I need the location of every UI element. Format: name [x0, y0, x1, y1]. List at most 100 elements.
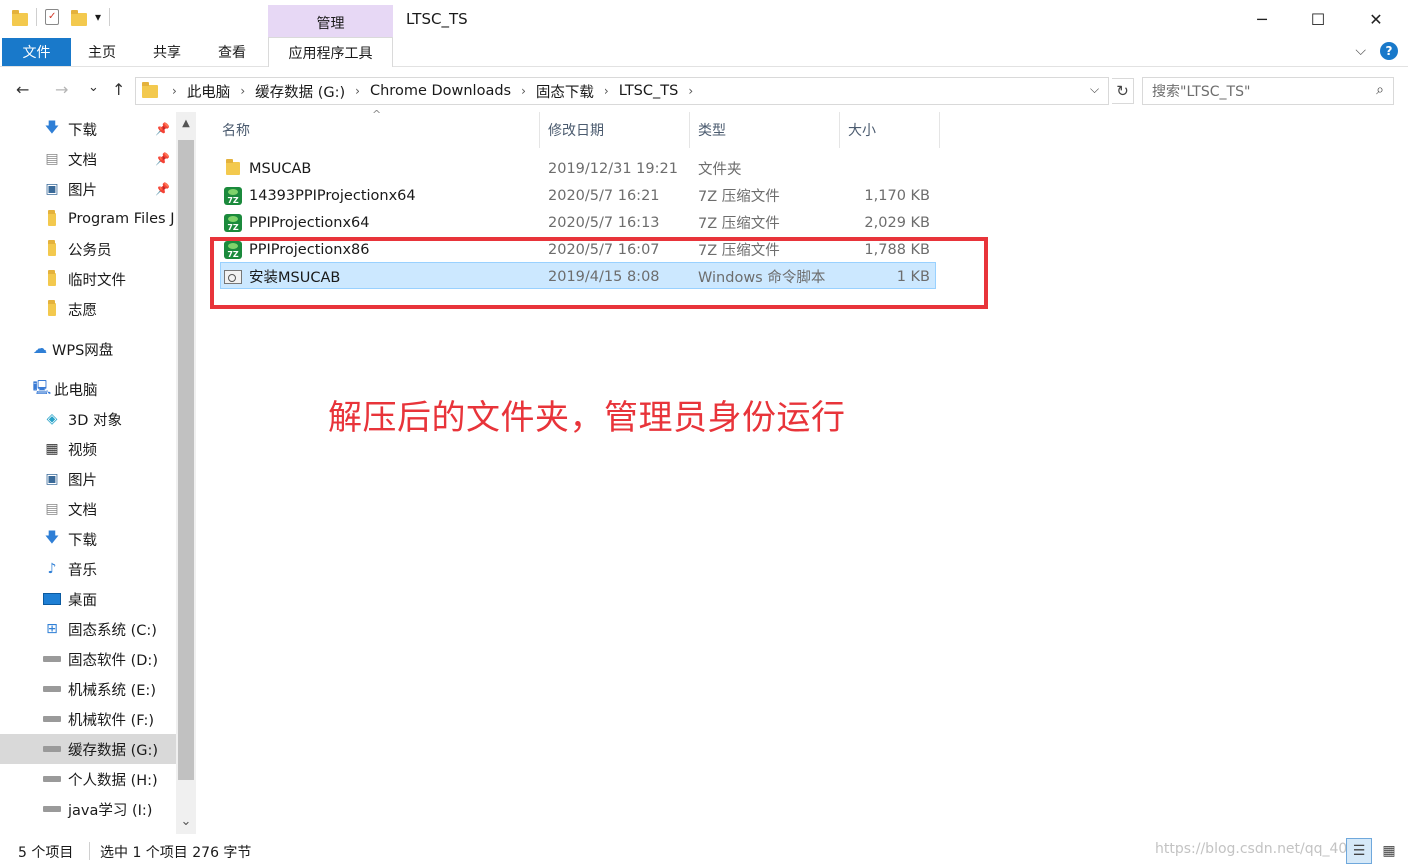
title-bar: ✓ ▾ 管理 LTSC_TS ─ ☐ ✕ — [0, 0, 1408, 38]
drive-icon — [42, 650, 62, 668]
nav-item-drive-c[interactable]: ⊞ 固态系统 (C:) — [0, 614, 176, 644]
drive-icon — [42, 800, 62, 818]
nav-item-drive-f[interactable]: 机械软件 (F:) — [0, 704, 176, 734]
breadcrumb-chrome-downloads[interactable]: Chrome Downloads — [370, 83, 511, 99]
address-bar[interactable]: › 此电脑 › 缓存数据 (G:) › Chrome Downloads › 固… — [135, 77, 1109, 105]
search-icon[interactable]: ⌕ — [1376, 82, 1384, 98]
column-header-size[interactable]: 大小 — [840, 112, 940, 148]
nav-item-temp-files[interactable]: 临时文件 — [0, 264, 176, 294]
new-folder-icon[interactable] — [71, 9, 87, 26]
nav-item-music[interactable]: ♪ 音乐 — [0, 554, 176, 584]
tab-share[interactable]: 共享 — [153, 38, 181, 66]
details-view-button[interactable]: ☰ — [1346, 838, 1372, 864]
file-row[interactable]: MSUCAB 2019/12/31 19:21 文件夹 — [220, 155, 936, 182]
search-box[interactable]: 搜索"LTSC_TS" ⌕ — [1142, 77, 1394, 105]
properties-icon[interactable]: ✓ — [45, 9, 59, 25]
breadcrumb-separator[interactable]: › — [240, 84, 245, 98]
nav-item-documents-pc[interactable]: ▤ 文档 — [0, 494, 176, 524]
nav-item-drive-g[interactable]: 缓存数据 (G:) — [0, 734, 176, 764]
customize-quick-access-icon[interactable]: ▾ — [95, 10, 101, 24]
nav-item-this-pc[interactable]: 🖳 此电脑 — [0, 374, 176, 404]
back-button[interactable]: ← — [16, 80, 29, 99]
breadcrumb-separator[interactable]: › — [172, 84, 177, 98]
tab-view[interactable]: 查看 — [218, 38, 246, 66]
column-header-date[interactable]: 修改日期 — [540, 112, 690, 148]
red-highlight-box — [210, 237, 988, 309]
breadcrumb-separator[interactable]: › — [604, 84, 609, 98]
nav-item-label: 图片 — [68, 472, 97, 489]
scroll-up-icon[interactable]: ▲ — [178, 118, 194, 129]
tab-application-tools[interactable]: 应用程序工具 — [268, 37, 393, 67]
column-header-name[interactable]: 名称 — [214, 112, 540, 148]
help-icon[interactable]: ? — [1380, 42, 1398, 60]
minimize-button[interactable]: ─ — [1239, 4, 1285, 34]
expand-ribbon-icon[interactable]: ⌵ — [1355, 43, 1366, 59]
navigation-pane: 🡇 下载 📌 ▤ 文档 📌 ▣ 图片 📌 Program Files J 公务员… — [0, 112, 196, 834]
nav-item-documents[interactable]: ▤ 文档 📌 — [0, 144, 176, 174]
tab-file[interactable]: 文件 — [2, 38, 71, 66]
nav-item-program-files[interactable]: Program Files J — [0, 204, 176, 234]
nav-item-label: 3D 对象 — [68, 412, 122, 429]
file-name: MSUCAB — [249, 160, 312, 177]
forward-button[interactable]: → — [55, 80, 68, 99]
column-header-type[interactable]: 类型 — [690, 112, 840, 148]
breadcrumb-separator[interactable]: › — [688, 84, 693, 98]
nav-item-3d-objects[interactable]: ◈ 3D 对象 — [0, 404, 176, 434]
item-count: 5 个项目 — [18, 845, 74, 861]
nav-item-pictures-pc[interactable]: ▣ 图片 — [0, 464, 176, 494]
column-headers: 名称 修改日期 类型 大小 — [214, 112, 944, 148]
3d-objects-icon: ◈ — [46, 411, 58, 427]
file-row[interactable]: 7Z PPIProjectionx64 2020/5/7 16:13 7Z 压缩文… — [220, 209, 936, 236]
breadcrumb-drive-g[interactable]: 缓存数据 (G:) — [255, 81, 345, 102]
close-button[interactable]: ✕ — [1353, 4, 1399, 34]
7z-archive-icon: 7Z — [224, 213, 242, 232]
document-icon: ▤ — [45, 151, 59, 167]
nav-item-label: 桌面 — [68, 592, 97, 609]
context-tab-group-manage[interactable]: 管理 — [268, 5, 393, 38]
nav-item-volunteer[interactable]: 志愿 — [0, 294, 176, 324]
file-row[interactable]: 7Z 14393PPIProjectionx64 2020/5/7 16:21 7… — [220, 182, 936, 209]
search-input[interactable]: 搜索"LTSC_TS" — [1152, 81, 1250, 101]
video-icon: ▦ — [45, 441, 59, 457]
tab-home[interactable]: 主页 — [88, 38, 116, 66]
nav-item-drive-e[interactable]: 机械系统 (E:) — [0, 674, 176, 704]
picture-icon: ▣ — [45, 471, 59, 487]
nav-item-pictures[interactable]: ▣ 图片 📌 — [0, 174, 176, 204]
recent-locations-button[interactable]: ⌄ — [88, 80, 99, 95]
divider — [36, 8, 37, 26]
drive-icon — [42, 710, 62, 728]
address-history-dropdown[interactable]: ⌵ — [1090, 82, 1099, 97]
nav-item-downloads-pc[interactable]: 🡇 下载 — [0, 524, 176, 554]
scroll-down-icon[interactable]: ⌄ — [178, 814, 194, 829]
nav-item-drive-d[interactable]: 固态软件 (D:) — [0, 644, 176, 674]
nav-item-civil-servant[interactable]: 公务员 — [0, 234, 176, 264]
file-name: 14393PPIProjectionx64 — [249, 187, 416, 204]
nav-item-wps-cloud[interactable]: ☁ WPS网盘 — [0, 334, 176, 364]
download-icon: 🡇 — [44, 120, 60, 136]
up-button[interactable]: ↑ — [112, 80, 125, 99]
nav-item-downloads[interactable]: 🡇 下载 📌 — [0, 114, 176, 144]
nav-item-desktop[interactable]: 桌面 — [0, 584, 176, 614]
breadcrumb-separator[interactable]: › — [355, 84, 360, 98]
status-bar: 5 个项目 选中 1 个项目 276 字节 https://blog.csdn.… — [0, 836, 1408, 866]
pin-icon: 📌 — [155, 122, 170, 136]
breadcrumb-separator[interactable]: › — [521, 84, 526, 98]
folder-icon — [42, 209, 62, 228]
breadcrumb-ssd-downloads[interactable]: 固态下载 — [536, 81, 594, 102]
nav-item-drive-i[interactable]: java学习 (I:) — [0, 794, 176, 824]
nav-item-drive-h[interactable]: 个人数据 (H:) — [0, 764, 176, 794]
context-tab-group-label: 管理 — [316, 16, 345, 32]
large-icons-view-button[interactable]: ▦ — [1376, 838, 1402, 864]
nav-item-label: Program Files J — [68, 211, 175, 227]
maximize-button[interactable]: ☐ — [1295, 4, 1341, 34]
nav-item-label: 公务员 — [68, 242, 112, 259]
breadcrumb-this-pc[interactable]: 此电脑 — [187, 81, 231, 102]
file-size: 2,029 KB — [864, 214, 930, 231]
nav-item-label: 机械软件 (F:) — [68, 712, 155, 729]
breadcrumb-ltsc-ts[interactable]: LTSC_TS — [619, 83, 679, 99]
nav-item-videos[interactable]: ▦ 视频 — [0, 434, 176, 464]
annotation-text: 解压后的文件夹，管理员身份运行 — [328, 398, 846, 438]
nav-item-label: 临时文件 — [68, 272, 126, 289]
nav-scrollbar-thumb[interactable] — [178, 140, 194, 780]
refresh-button[interactable]: ↻ — [1112, 78, 1134, 104]
